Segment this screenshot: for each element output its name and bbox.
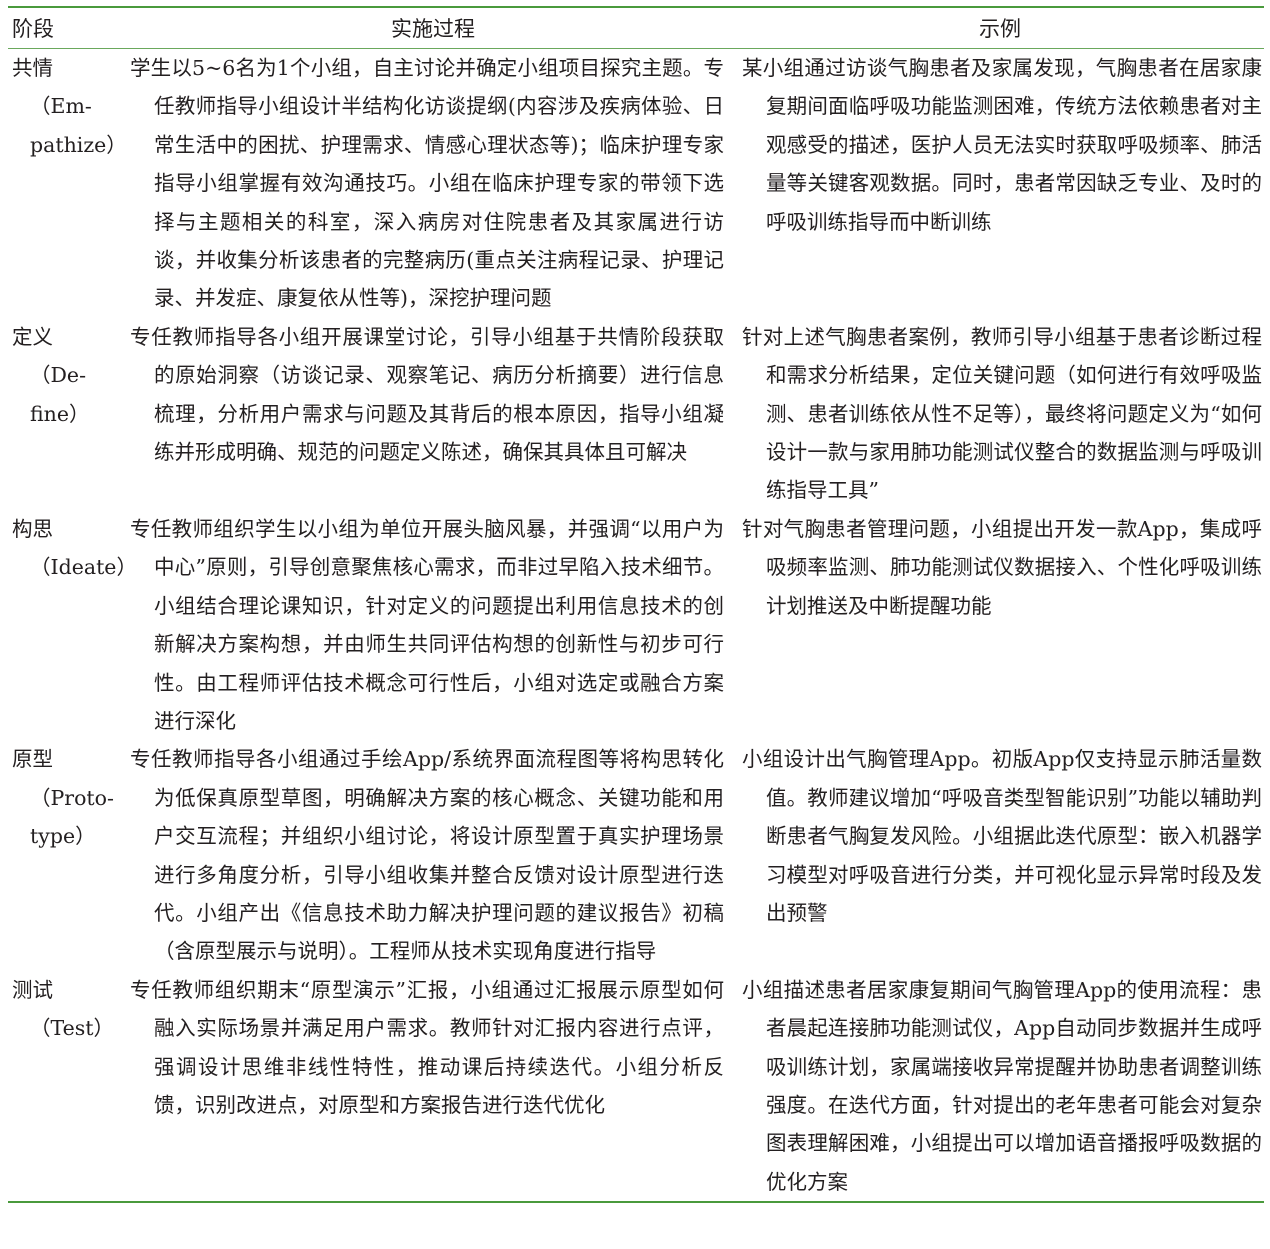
stage-english: fine） <box>30 401 90 426</box>
example-text: 某小组通过访谈气胸患者及家属发现，气胸患者在居家康复期间面临呼吸功能监测困难，传… <box>742 56 1262 234</box>
bottom-rule <box>8 1201 1264 1204</box>
stage-name: 原型 <box>12 747 53 772</box>
process-cell: 专任教师指导各小组通过手绘App/系统界面流程图等将构思转化为低保真原型草图，明… <box>130 740 736 970</box>
table-row: 测试 （Test） 专任教师组织期末“原型演示”汇报，小组通过汇报展示原型如何融… <box>8 971 1264 1201</box>
process-text: 专任教师组织学生以小组为单位开展头脑风暴，并强调“以用户为中心”原则，引导创意聚… <box>130 516 724 733</box>
table-row: 共情 （Em- pathize） 学生以5~6名为1个小组，自主讨论并确定小组项… <box>8 49 1264 318</box>
stage-cell: 构思 （Ideate） <box>8 510 137 740</box>
stage-name: 定义 <box>12 324 53 349</box>
stage-table: 阶段 实施过程 示例 <box>8 8 1264 48</box>
process-cell: 学生以5~6名为1个小组，自主讨论并确定小组项目探究主题。专任教师指导小组设计半… <box>130 49 736 318</box>
process-text: 专任教师指导各小组通过手绘App/系统界面流程图等将构思转化为低保真原型草图，明… <box>130 747 724 964</box>
example-text: 小组描述患者居家康复期间气胸管理App的使用流程：患者晨起连接肺功能测试仪，Ap… <box>742 977 1262 1194</box>
process-text: 专任教师指导各小组开展课堂讨论，引导小组基于共情阶段获取的原始洞察（访谈记录、观… <box>130 324 724 465</box>
stage-cell: 共情 （Em- pathize） <box>8 49 130 318</box>
stage-cell: 定义 （De- fine） <box>8 318 130 510</box>
example-cell: 针对气胸患者管理问题，小组提出开发一款App，集成呼吸频率监测、肺功能测试仪数据… <box>736 510 1264 740</box>
header-row: 阶段 实施过程 示例 <box>8 8 1264 48</box>
process-cell: 专任教师组织学生以小组为单位开展头脑风暴，并强调“以用户为中心”原则，引导创意聚… <box>130 510 736 740</box>
example-cell: 针对上述气胸患者案例，教师引导小组基于患者诊断过程和需求分析结果，定位关键问题（… <box>736 318 1264 510</box>
table-row: 定义 （De- fine） 专任教师指导各小组开展课堂讨论，引导小组基于共情阶段… <box>8 318 1264 510</box>
stage-english: （Proto- <box>30 785 114 810</box>
stage-cell: 测试 （Test） <box>8 971 130 1201</box>
example-cell: 小组描述患者居家康复期间气胸管理App的使用流程：患者晨起连接肺功能测试仪，Ap… <box>736 971 1264 1201</box>
stage-name: 测试 <box>12 977 53 1002</box>
stage-english: （De- <box>30 363 86 388</box>
example-text: 小组设计出气胸管理App。初版App仅支持显示肺活量数值。教师建议增加“呼吸音类… <box>742 747 1262 925</box>
header-example: 示例 <box>979 17 1021 41</box>
example-cell: 某小组通过访谈气胸患者及家属发现，气胸患者在居家康复期间面临呼吸功能监测困难，传… <box>736 49 1264 318</box>
header-process: 实施过程 <box>391 17 475 41</box>
process-cell: 专任教师指导各小组开展课堂讨论，引导小组基于共情阶段获取的原始洞察（访谈记录、观… <box>130 318 736 510</box>
table-row: 原型 （Proto- type） 专任教师指导各小组通过手绘App/系统界面流程… <box>8 740 1264 970</box>
stage-english: （Test） <box>30 1016 114 1041</box>
stage-name: 共情 <box>12 56 53 80</box>
process-cell: 专任教师组织期末“原型演示”汇报，小组通过汇报展示原型如何融入实际场景并满足用户… <box>130 971 736 1201</box>
process-text: 专任教师组织期末“原型演示”汇报，小组通过汇报展示原型如何融入实际场景并满足用户… <box>130 977 724 1117</box>
example-text: 针对上述气胸患者案例，教师引导小组基于患者诊断过程和需求分析结果，定位关键问题（… <box>742 324 1262 503</box>
stage-english: （Ideate） <box>30 555 137 580</box>
stage-english: pathize） <box>30 132 127 157</box>
stage-english: （Em- <box>30 94 92 119</box>
stage-english: type） <box>30 824 96 849</box>
stage-cell: 原型 （Proto- type） <box>8 740 130 970</box>
example-text: 针对气胸患者管理问题，小组提出开发一款App，集成呼吸频率监测、肺功能测试仪数据… <box>742 516 1262 618</box>
stage-table-body: 共情 （Em- pathize） 学生以5~6名为1个小组，自主讨论并确定小组项… <box>8 49 1264 1201</box>
process-text: 学生以5~6名为1个小组，自主讨论并确定小组项目探究主题。专任教师指导小组设计半… <box>130 56 724 311</box>
design-thinking-table: 阶段 实施过程 示例 共情 （Em- pathize） 学生以5~6名为1个小组… <box>8 6 1264 1204</box>
table-row: 构思 （Ideate） 专任教师组织学生以小组为单位开展头脑风暴，并强调“以用户… <box>8 510 1264 740</box>
header-stage: 阶段 <box>12 17 54 41</box>
example-cell: 小组设计出气胸管理App。初版App仅支持显示肺活量数值。教师建议增加“呼吸音类… <box>736 740 1264 970</box>
stage-name: 构思 <box>12 516 53 541</box>
